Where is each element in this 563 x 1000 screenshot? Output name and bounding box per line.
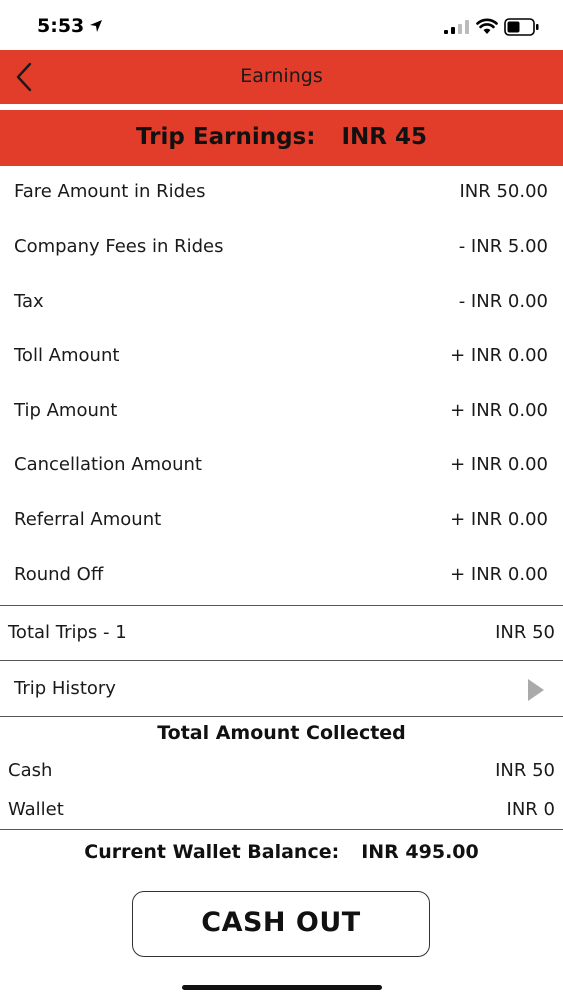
breakdown-row: Tax - INR 0.00 (0, 281, 563, 321)
trip-earnings-summary: Trip Earnings: INR 45 (0, 124, 563, 150)
total-trips-label: Total Trips - 1 (8, 622, 127, 643)
breakdown-value: + INR 0.00 (450, 400, 548, 421)
breakdown-value: - INR 5.00 (458, 236, 548, 257)
breakdown-value: + INR 0.00 (450, 564, 548, 585)
battery-icon (504, 18, 539, 36)
current-wallet-balance: Current Wallet Balance: INR 495.00 (0, 841, 563, 863)
cash-label: Cash (8, 760, 53, 781)
breakdown-label: Round Off (14, 564, 104, 585)
divider (0, 660, 563, 661)
breakdown-row: Round Off + INR 0.00 (0, 554, 563, 594)
trip-earnings-value: INR 45 (341, 124, 427, 150)
location-arrow-icon (90, 20, 102, 32)
breakdown-label: Tax (14, 291, 44, 312)
breakdown-label: Toll Amount (14, 345, 120, 366)
cash-out-label: CASH OUT (201, 907, 361, 938)
breakdown-label: Tip Amount (14, 400, 118, 421)
breakdown-row: Tip Amount + INR 0.00 (0, 390, 563, 430)
breakdown-row: Referral Amount + INR 0.00 (0, 499, 563, 539)
trip-earnings-banner: Trip Earnings: INR 45 (0, 110, 563, 166)
cash-out-button[interactable]: CASH OUT (132, 891, 430, 957)
breakdown-row: Fare Amount in Rides INR 50.00 (0, 171, 563, 211)
breakdown-label: Fare Amount in Rides (14, 181, 206, 202)
wallet-balance-label: Current Wallet Balance: (84, 841, 340, 863)
cash-value: INR 50 (495, 760, 555, 781)
breakdown-value: + INR 0.00 (450, 509, 548, 530)
wifi-icon (476, 18, 498, 34)
divider (0, 829, 563, 830)
cash-row: Cash INR 50 (0, 750, 563, 790)
trip-history-row[interactable]: Trip History (0, 668, 563, 712)
breakdown-label: Referral Amount (14, 509, 162, 530)
total-trips-row: Total Trips - 1 INR 50 (0, 612, 563, 652)
wallet-value: INR 0 (506, 799, 555, 820)
breakdown-value: INR 50.00 (459, 181, 548, 202)
breakdown-label: Cancellation Amount (14, 454, 202, 475)
home-indicator[interactable] (182, 985, 382, 990)
signal-icon (444, 20, 469, 34)
breakdown-row: Toll Amount + INR 0.00 (0, 335, 563, 375)
status-time: 5:53 (37, 15, 85, 37)
trip-earnings-label: Trip Earnings: (136, 124, 316, 150)
trip-history-label: Trip History (14, 678, 116, 699)
breakdown-label: Company Fees in Rides (14, 236, 224, 257)
wallet-label: Wallet (8, 799, 64, 820)
divider (0, 716, 563, 717)
breakdown-value: + INR 0.00 (450, 454, 548, 475)
breakdown-value: - INR 0.00 (458, 291, 548, 312)
breakdown-row: Company Fees in Rides - INR 5.00 (0, 226, 563, 266)
nav-bar: Earnings (0, 50, 563, 104)
wallet-row: Wallet INR 0 (0, 789, 563, 829)
page-title: Earnings (240, 65, 323, 87)
total-collected-title: Total Amount Collected (157, 722, 406, 744)
status-bar: 5:53 (0, 0, 563, 50)
breakdown-value: + INR 0.00 (450, 345, 548, 366)
breakdown-row: Cancellation Amount + INR 0.00 (0, 444, 563, 484)
wallet-balance-value: INR 495.00 (361, 841, 479, 863)
total-trips-value: INR 50 (495, 622, 555, 643)
play-arrow-icon (528, 679, 544, 701)
divider (0, 605, 563, 606)
